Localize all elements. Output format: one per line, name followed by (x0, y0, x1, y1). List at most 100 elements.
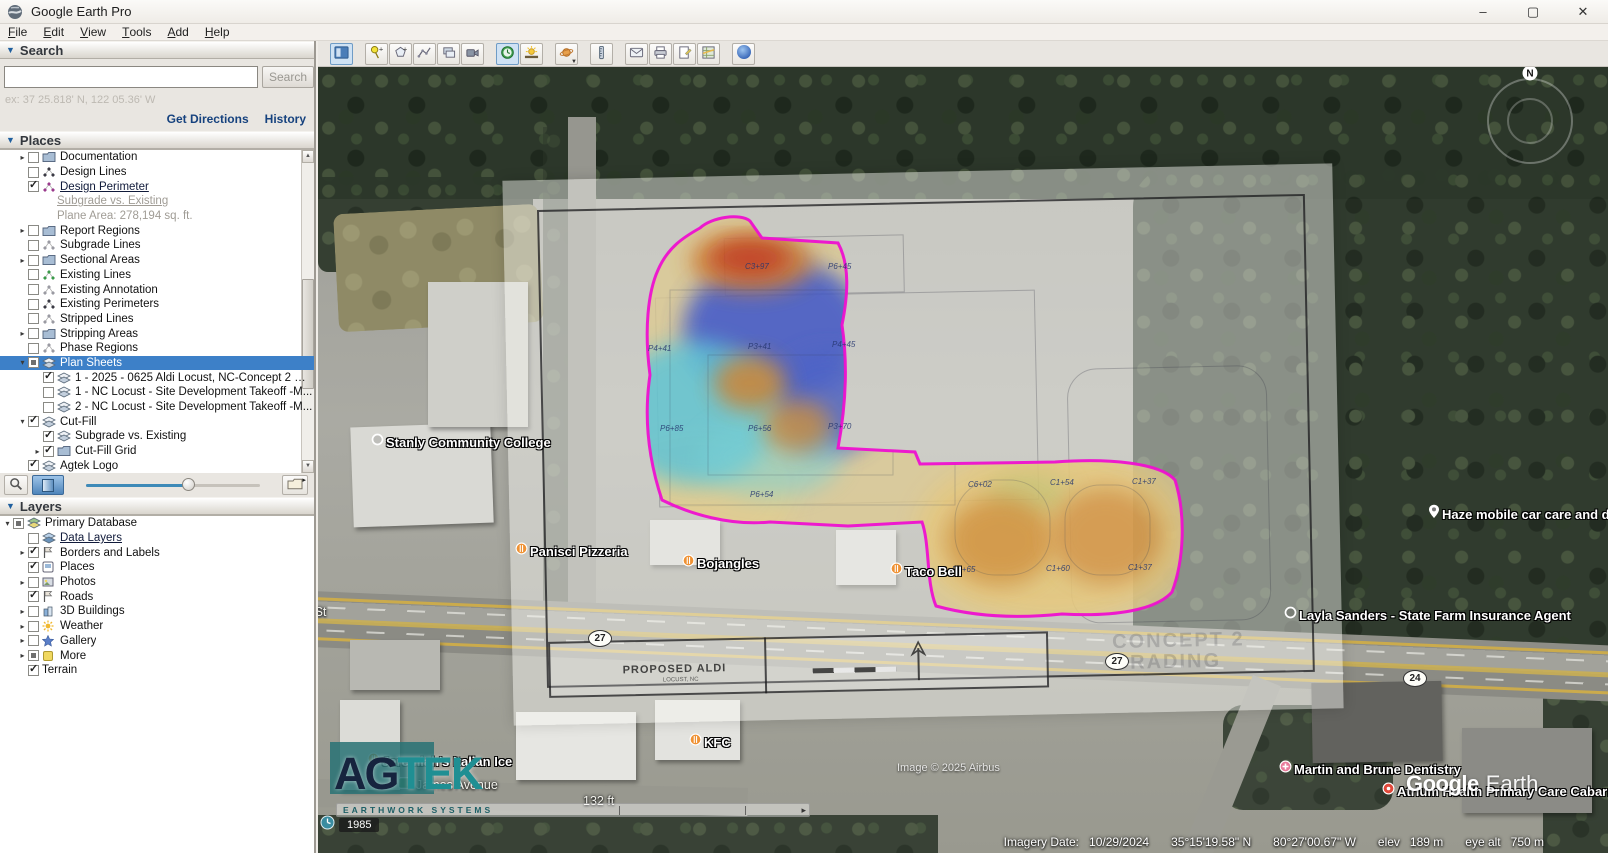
checkbox[interactable] (43, 387, 54, 398)
checkbox[interactable] (28, 328, 39, 339)
email-button[interactable] (625, 43, 648, 65)
tree-item-agtek-logo[interactable]: Agtek Logo (0, 458, 314, 473)
ruler-button[interactable] (590, 43, 613, 65)
places-folder-button[interactable]: ▸ (282, 475, 308, 495)
menu-file[interactable]: File (0, 24, 35, 40)
tree-item-roads[interactable]: Roads (0, 589, 314, 604)
search-panel-header[interactable]: ▼ Search (0, 41, 314, 59)
checkbox[interactable] (43, 372, 54, 383)
tree-item-2-nc-locust-site-development-takeoff-m[interactable]: 2 - NC Locust - Site Development Takeoff… (0, 400, 314, 415)
checkbox[interactable] (28, 343, 39, 354)
maximize-button[interactable]: ▢ (1508, 0, 1558, 23)
tree-item-3d-buildings[interactable]: ▸3D Buildings (0, 604, 314, 619)
checkbox[interactable] (43, 402, 54, 413)
tree-item-terrain[interactable]: Terrain (0, 663, 314, 678)
earth-sphere-button[interactable] (732, 43, 755, 65)
checkbox[interactable] (28, 152, 39, 163)
tree-item-more[interactable]: ▸More (0, 648, 314, 663)
title-bar[interactable]: Google Earth Pro –▢✕ (0, 0, 1608, 24)
tree-item-primary-database[interactable]: ▾Primary Database (0, 516, 314, 531)
checkbox[interactable] (28, 284, 39, 295)
tree-item-weather[interactable]: ▸Weather (0, 619, 314, 634)
collapse-triangle-icon[interactable]: ▼ (6, 135, 15, 145)
search-input[interactable] (4, 66, 258, 88)
poi-bojangles[interactable]: Bojangles (682, 554, 759, 572)
tree-item-sectional-areas[interactable]: ▸Sectional Areas (0, 253, 314, 268)
sunlight-button[interactable] (520, 43, 543, 65)
checkbox[interactable] (28, 562, 39, 573)
checkbox[interactable] (28, 357, 39, 368)
compass-navigation[interactable]: N (1478, 67, 1588, 196)
map-viewport[interactable]: PROPOSED ALDI LOCUST, NC CONCEPT 2 GRADI… (318, 67, 1608, 853)
poi-panisci-pizzeria[interactable]: Panisci Pizzeria (515, 542, 628, 560)
planets-button[interactable]: ▼ (555, 43, 578, 65)
tree-item-report-regions[interactable]: ▸Report Regions (0, 223, 314, 238)
save-image-button[interactable] (673, 43, 696, 65)
minimize-button[interactable]: – (1458, 0, 1508, 23)
timeline-bar[interactable]: EARTHWORK SYSTEMS ▸ (336, 803, 810, 817)
checkbox[interactable] (28, 255, 39, 266)
checkbox[interactable] (28, 606, 39, 617)
add-image-overlay-button[interactable] (437, 43, 460, 65)
checkbox[interactable] (43, 446, 54, 457)
tree-item-existing-lines[interactable]: Existing Lines (0, 268, 314, 283)
checkbox[interactable] (28, 460, 39, 471)
poi-taco-bell[interactable]: Taco Bell (890, 562, 962, 580)
tree-item-subgrade-lines[interactable]: Subgrade Lines (0, 238, 314, 253)
expand-arrow-icon[interactable]: ▾ (17, 358, 28, 367)
add-path-button[interactable] (413, 43, 436, 65)
checkbox[interactable] (28, 225, 39, 236)
expand-arrow-icon[interactable]: ▸ (17, 226, 28, 235)
timeline-arrow-icon[interactable]: ▸ (801, 805, 806, 816)
checkbox[interactable] (28, 299, 39, 310)
tree-item-photos[interactable]: ▸Photos (0, 575, 314, 590)
view-in-maps-button[interactable] (697, 43, 720, 65)
menu-add[interactable]: Add (159, 24, 196, 40)
expand-arrow-icon[interactable]: ▾ (2, 519, 13, 528)
expand-arrow-icon[interactable]: ▾ (17, 417, 28, 426)
checkbox[interactable] (28, 269, 39, 280)
tree-item-1-nc-locust-site-development-takeoff-m[interactable]: 1 - NC Locust - Site Development Takeoff… (0, 385, 314, 400)
layers-panel-header[interactable]: ▼ Layers (0, 497, 314, 515)
menu-edit[interactable]: Edit (35, 24, 72, 40)
expand-arrow-icon[interactable]: ▸ (17, 153, 28, 162)
get-directions-link[interactable]: Get Directions (167, 112, 249, 126)
poi-stanly-community-college[interactable]: Stanly Community College (371, 433, 551, 451)
print-button[interactable] (649, 43, 672, 65)
checkbox[interactable] (28, 313, 39, 324)
tree-item-existing-perimeters[interactable]: Existing Perimeters (0, 297, 314, 312)
expand-arrow-icon[interactable]: ▸ (17, 607, 28, 616)
places-search-button[interactable] (4, 475, 28, 495)
expand-arrow-icon[interactable]: ▸ (17, 636, 28, 645)
tree-item-places[interactable]: Places (0, 560, 314, 575)
record-tour-button[interactable] (461, 43, 484, 65)
menu-help[interactable]: Help (197, 24, 238, 40)
menu-view[interactable]: View (72, 24, 114, 40)
history-year-badge[interactable]: 1985 (339, 818, 379, 832)
checkbox[interactable] (13, 518, 24, 529)
tree-item-cut-fill-grid[interactable]: ▸Cut-Fill Grid (0, 444, 314, 459)
tree-item-stripping-areas[interactable]: ▸Stripping Areas (0, 326, 314, 341)
checkbox[interactable] (28, 533, 39, 544)
tree-item-data-layers[interactable]: Data Layers (0, 531, 314, 546)
checkbox[interactable] (43, 431, 54, 442)
opacity-toggle-button[interactable] (32, 475, 64, 495)
checkbox[interactable] (28, 650, 39, 661)
checkbox[interactable] (28, 635, 39, 646)
tree-item-design-lines[interactable]: Design Lines (0, 165, 314, 180)
checkbox[interactable] (28, 240, 39, 251)
opacity-slider[interactable] (70, 475, 276, 495)
checkbox[interactable] (28, 416, 39, 427)
tree-item-cut-fill[interactable]: ▾Cut-Fill (0, 414, 314, 429)
places-panel-header[interactable]: ▼ Places (0, 131, 314, 149)
menu-tools[interactable]: Tools (114, 24, 159, 40)
expand-arrow-icon[interactable]: ▸ (17, 329, 28, 338)
poi-haze-mobile-car-care[interactable]: Haze mobile car care and detailing (1428, 504, 1608, 524)
checkbox[interactable] (28, 181, 39, 192)
tree-item-existing-annotation[interactable]: Existing Annotation (0, 282, 314, 297)
tree-item-design-perimeter[interactable]: Design Perimeter (0, 179, 314, 194)
collapse-triangle-icon[interactable]: ▼ (6, 501, 15, 511)
checkbox[interactable] (28, 577, 39, 588)
close-button[interactable]: ✕ (1558, 0, 1608, 23)
tree-item-plane-area-278-194-sq-ft[interactable]: Plane Area: 278,194 sq. ft. (0, 209, 314, 224)
